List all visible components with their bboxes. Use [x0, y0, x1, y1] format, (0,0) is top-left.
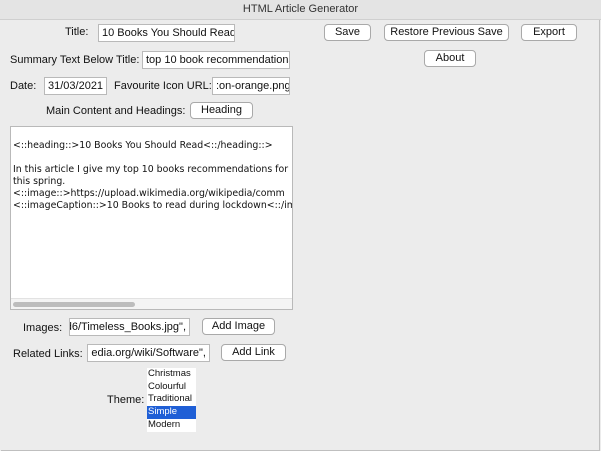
main-content-label: Main Content and Headings:: [46, 105, 186, 117]
editor-line: <::heading::>10 Books You Should Read<::…: [13, 140, 273, 151]
theme-option-simple[interactable]: Simple: [147, 406, 196, 419]
favicon-input[interactable]: :on-orange.png: [212, 77, 290, 95]
related-links-input[interactable]: edia.org/wiki/Software",: [87, 344, 210, 362]
theme-option-traditional[interactable]: Traditional: [147, 393, 196, 406]
window-title: HTML Article Generator: [0, 0, 601, 20]
heading-button[interactable]: Heading: [190, 102, 253, 119]
editor-line: this spring.: [13, 176, 66, 187]
images-input[interactable]: d6/Timeless_Books.jpg",: [69, 318, 190, 336]
summary-label: Summary Text Below Title:: [10, 54, 140, 66]
theme-option-modern[interactable]: Modern: [147, 419, 196, 432]
summary-input[interactable]: top 10 book recommendations: [142, 51, 290, 69]
editor-line: In this article I give my top 10 books r…: [13, 164, 289, 175]
theme-option-christmas[interactable]: Christmas: [147, 368, 196, 381]
add-link-button[interactable]: Add Link: [221, 344, 286, 361]
save-button[interactable]: Save: [324, 24, 371, 41]
editor-horizontal-scrollbar[interactable]: [11, 298, 292, 309]
title-label: Title:: [65, 26, 89, 38]
theme-option-colourful[interactable]: Colourful: [147, 381, 196, 394]
about-button[interactable]: About: [424, 50, 476, 67]
related-links-label: Related Links:: [13, 348, 83, 360]
export-button[interactable]: Export: [521, 24, 577, 41]
editor-line: <::image::>https://upload.wikimedia.org/…: [13, 188, 285, 199]
date-label: Date:: [10, 80, 37, 92]
date-input[interactable]: 31/03/2021: [44, 77, 107, 95]
editor-text[interactable]: <::heading::>10 Books You Should Read<::…: [13, 140, 292, 212]
theme-list[interactable]: Christmas Colourful Traditional Simple M…: [147, 368, 196, 432]
restore-previous-save-button[interactable]: Restore Previous Save: [384, 24, 509, 41]
favicon-label: Favourite Icon URL:: [114, 80, 212, 92]
add-image-button[interactable]: Add Image: [202, 318, 275, 335]
main-content-editor[interactable]: <::heading::>10 Books You Should Read<::…: [10, 126, 293, 310]
images-label: Images:: [23, 322, 63, 334]
scrollbar-thumb[interactable]: [13, 302, 135, 307]
editor-line: <::imageCaption::>10 Books to read durin…: [13, 200, 293, 211]
title-input[interactable]: 10 Books You Should Read: [98, 24, 235, 42]
theme-label: Theme:: [107, 394, 145, 406]
